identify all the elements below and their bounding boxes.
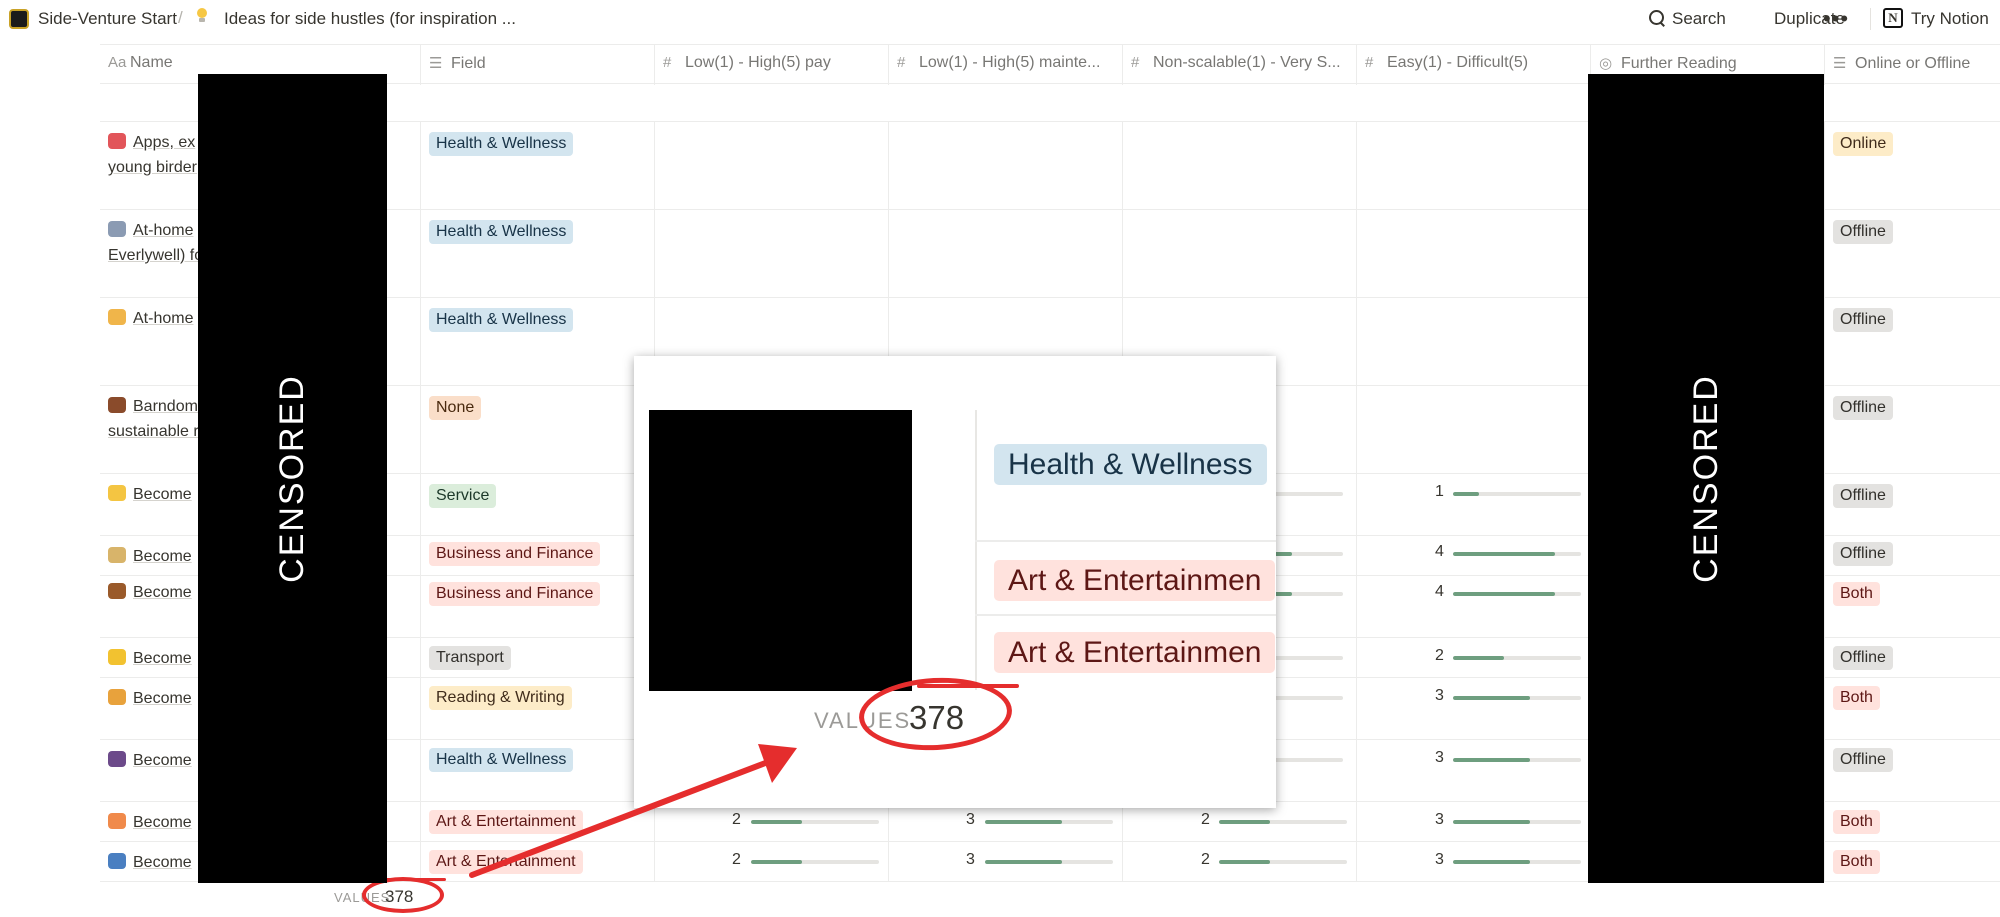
arrow-shaft [469, 759, 771, 878]
annotation-arrow [469, 744, 797, 878]
